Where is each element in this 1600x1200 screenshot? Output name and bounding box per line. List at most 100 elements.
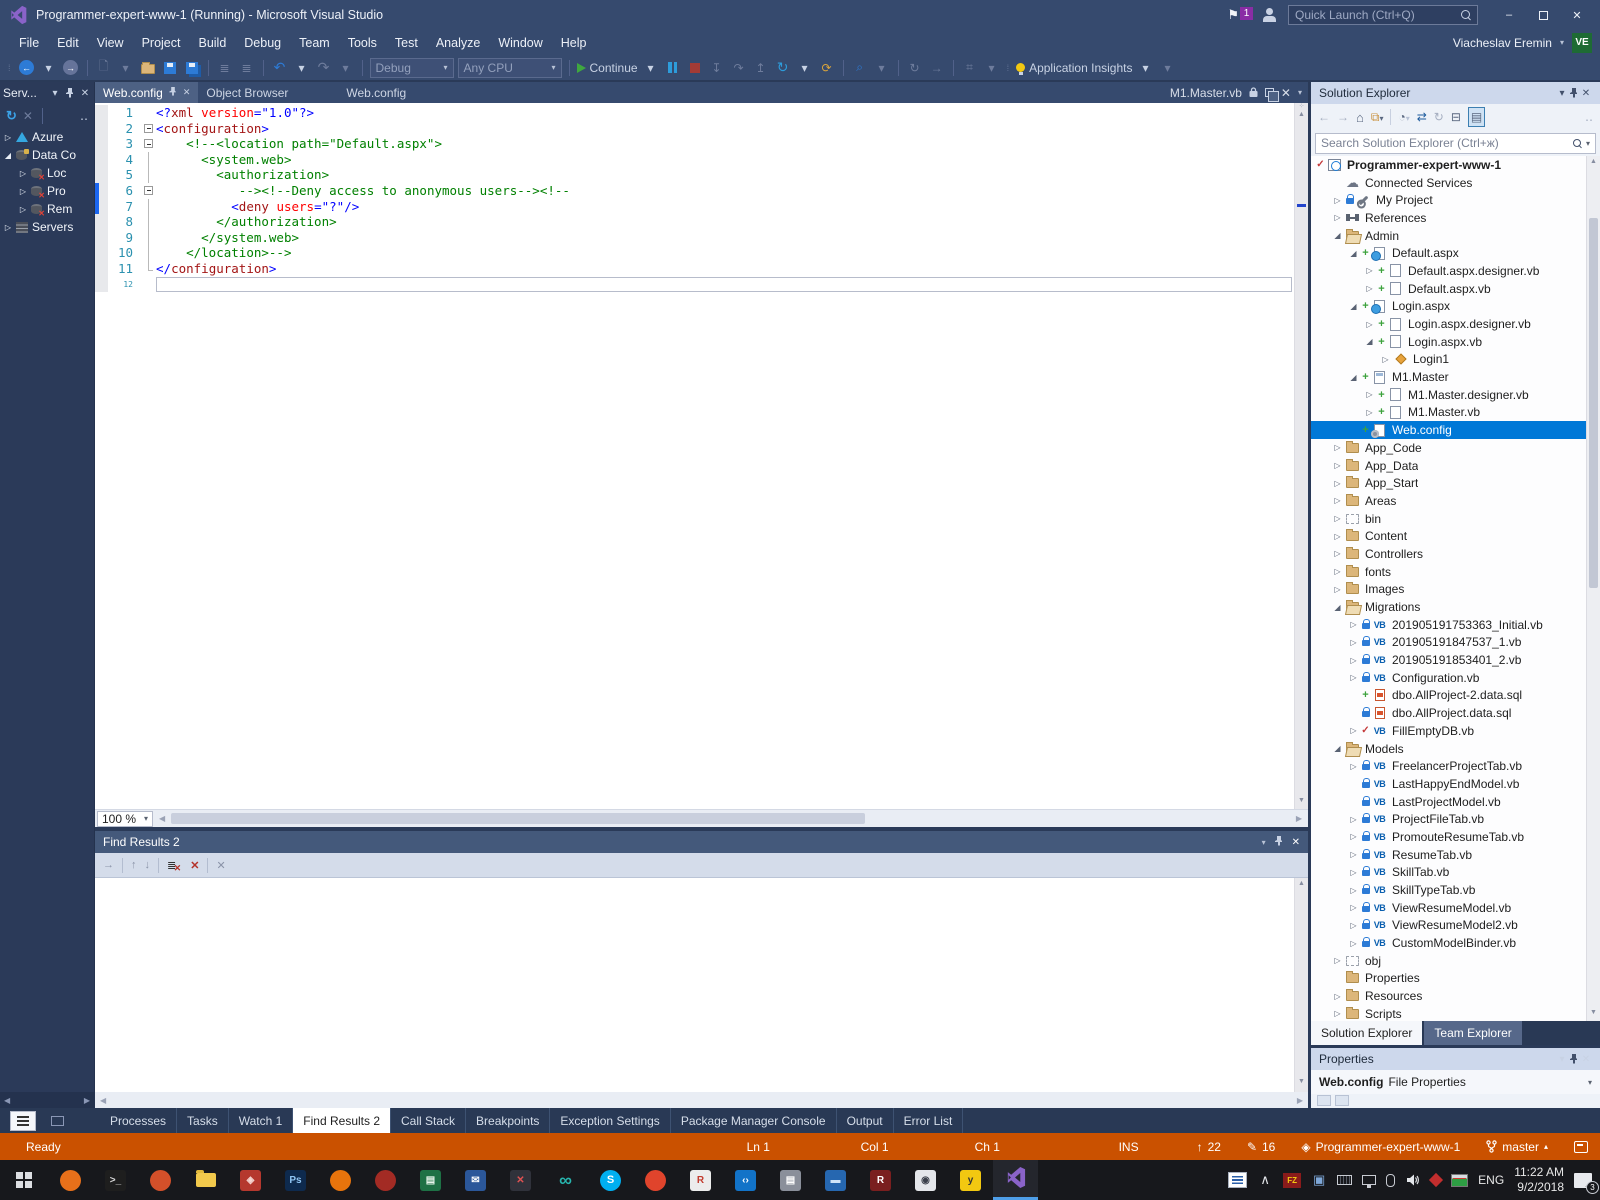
tab-team-explorer[interactable]: Team Explorer — [1424, 1021, 1522, 1045]
scroll-left-icon[interactable]: ◀ — [153, 814, 171, 823]
taskbar-app-mail-blue[interactable]: ✉ — [453, 1160, 498, 1200]
tree-item[interactable]: ▷ App_Start — [1311, 474, 1600, 492]
tree-item[interactable]: ▷ Scripts — [1311, 1005, 1600, 1021]
navigate-forward-button[interactable]: → — [62, 58, 80, 78]
refresh-disabled-button[interactable]: ↻ — [906, 58, 924, 78]
start-button[interactable] — [0, 1160, 48, 1200]
tree-item[interactable]: ▷ + M1.Master.designer.vb — [1311, 386, 1600, 404]
expand-icon[interactable]: ▷ — [1331, 549, 1344, 558]
expand-icon[interactable]: ▷ — [17, 205, 29, 214]
menu-edit[interactable]: Edit — [48, 36, 88, 50]
tree-item[interactable]: ▷ VB ProjectFileTab.vb — [1311, 810, 1600, 828]
fold-collapse-icon[interactable] — [144, 123, 153, 133]
tree-item[interactable]: ▷ + Login.aspx.designer.vb — [1311, 315, 1600, 333]
expand-icon[interactable]: ▷ — [1331, 213, 1344, 222]
next-result-button[interactable]: ↓ — [145, 859, 151, 871]
tree-item[interactable]: ▷ VB SkillTypeTab.vb — [1311, 881, 1600, 899]
repository-indicator[interactable]: ◈ Programmer-expert-www-1 — [1301, 1140, 1460, 1154]
new-file-button[interactable]: 🗋 — [95, 58, 113, 78]
expand-icon[interactable]: ▷ — [1331, 496, 1344, 505]
taskbar-app-opera-orange[interactable] — [318, 1160, 363, 1200]
tree-item[interactable]: ▷ References — [1311, 209, 1600, 227]
solution-explorer-vscrollbar[interactable]: ▲ ▼ — [1586, 156, 1600, 1021]
menu-test[interactable]: Test — [386, 36, 427, 50]
close-icon[interactable]: ✕ — [183, 87, 191, 98]
find-results-hscrollbar[interactable]: ◀ ▶ — [95, 1092, 1308, 1108]
refresh-button[interactable]: ↻ — [1434, 110, 1444, 124]
expand-icon[interactable]: ▷ — [1363, 390, 1376, 399]
notification-center-icon[interactable]: 3 — [1574, 1172, 1599, 1194]
collapse-all-button[interactable]: ⊟ — [1451, 110, 1461, 124]
taskbar-app-remote-desktop[interactable]: ▬ — [813, 1160, 858, 1200]
tree-item[interactable]: VB LastProjectModel.vb — [1311, 793, 1600, 811]
taskbar-app-firefox[interactable] — [48, 1160, 93, 1200]
collapse-icon[interactable]: ◢ — [1331, 744, 1344, 753]
incoming-commits-indicator[interactable]: ↑ 22 — [1197, 1140, 1221, 1154]
tree-item[interactable]: ▷ VB CustomModelBinder.vb — [1311, 934, 1600, 952]
fold-margin[interactable] — [142, 151, 156, 168]
redo-button[interactable]: ↷ — [315, 58, 333, 78]
server-tree-item-servers[interactable]: ▷ Servers — [0, 218, 94, 236]
menu-file[interactable]: File — [10, 36, 48, 50]
expand-icon[interactable]: ▷ — [1347, 638, 1360, 647]
expand-icon[interactable]: ▷ — [1331, 567, 1344, 576]
fold-margin[interactable] — [142, 214, 156, 230]
tree-item[interactable]: ▷ VB 201905191847537_1.vb — [1311, 634, 1600, 652]
taskbar-app-visual-studio[interactable] — [993, 1160, 1038, 1200]
tree-item[interactable]: ◢ + Default.aspx — [1311, 244, 1600, 262]
panel-tab-package-manager-console[interactable]: Package Manager Console — [671, 1108, 837, 1133]
categorized-view-button[interactable] — [1317, 1095, 1331, 1106]
taskbar-app-app-r-light[interactable]: R — [678, 1160, 723, 1200]
find-results-vscrollbar[interactable]: ▲ ▼ — [1294, 878, 1308, 1092]
menu-team[interactable]: Team — [290, 36, 339, 50]
fold-margin[interactable] — [142, 105, 156, 121]
redo-caret-icon[interactable]: ▾ — [337, 58, 355, 78]
tree-item[interactable]: ▷ + Default.aspx.vb — [1311, 280, 1600, 298]
expand-icon[interactable]: ▷ — [2, 133, 14, 142]
panel-tab-output[interactable]: Output — [837, 1108, 894, 1133]
pin-icon[interactable] — [1568, 88, 1580, 98]
forward-button[interactable]: → — [1337, 110, 1349, 124]
search-options-caret-icon[interactable]: ▾ — [1586, 139, 1590, 148]
tree-item[interactable]: ▷ VB 201905191753363_Initial.vb — [1311, 616, 1600, 634]
resource-monitor-tray-icon[interactable] — [1451, 1173, 1469, 1187]
preview-document-tab[interactable]: M1.Master.vb ✕ ▾ — [1170, 82, 1308, 103]
step-out-button[interactable]: ↥ — [752, 58, 770, 78]
taskbar-app-app-yellow[interactable]: y — [948, 1160, 993, 1200]
undo-caret-icon[interactable]: ▾ — [293, 58, 311, 78]
breakpoint-margin[interactable] — [95, 167, 108, 183]
avatar[interactable]: VE — [1572, 32, 1592, 53]
panel-menu-caret-icon[interactable]: ▾ — [1556, 88, 1568, 99]
properties-object-select[interactable]: Web.config File Properties ▾ — [1311, 1070, 1600, 1094]
expand-icon[interactable]: ▷ — [1331, 956, 1344, 965]
pin-icon[interactable] — [64, 88, 76, 98]
tree-item[interactable]: ▷ My Project — [1311, 191, 1600, 209]
server-tree-item-data-co[interactable]: ◢ Data Co — [0, 146, 94, 164]
tree-item[interactable]: ◢ Models — [1311, 740, 1600, 758]
delete-results-button[interactable]: ✕ — [190, 859, 199, 872]
taskbar-app-opera[interactable] — [633, 1160, 678, 1200]
storage-tray-icon[interactable]: ▣ — [1311, 1172, 1327, 1188]
tray-panel-icon[interactable] — [1228, 1172, 1248, 1188]
pending-changes-filter-button[interactable]: ◔▾ — [1398, 110, 1409, 124]
stop-button[interactable] — [686, 58, 704, 78]
tree-item[interactable]: ▷ VB ResumeTab.vb — [1311, 846, 1600, 864]
notifications-flag-icon[interactable]: ⚑ 1 — [1227, 7, 1253, 23]
tree-item[interactable]: ▷ + Default.aspx.designer.vb — [1311, 262, 1600, 280]
taskbar-app-app-eye[interactable]: ◉ — [903, 1160, 948, 1200]
taskbar-app-skype[interactable]: S — [588, 1160, 633, 1200]
breakpoint-margin[interactable] — [95, 276, 108, 293]
tree-item[interactable]: ▷ App_Data — [1311, 457, 1600, 475]
document-tab[interactable]: Object Browser — [198, 82, 296, 103]
undo-button[interactable]: ↶ — [271, 58, 289, 78]
tree-item[interactable]: ▷ Areas — [1311, 492, 1600, 510]
server-tree-item-azure[interactable]: ▷ Azure — [0, 128, 94, 146]
splitter-grip[interactable]: ⁘ — [1299, 103, 1305, 111]
fold-margin[interactable] — [142, 198, 156, 215]
show-all-files-button[interactable]: ▤ — [1467, 107, 1486, 127]
fold-margin[interactable] — [142, 121, 156, 137]
tree-item[interactable]: ◢ + Login.aspx.vb — [1311, 333, 1600, 351]
scroll-right-icon[interactable]: ▶ — [1290, 814, 1308, 823]
expand-icon[interactable]: ▷ — [1331, 992, 1344, 1001]
panel-tab-breakpoints[interactable]: Breakpoints — [466, 1108, 551, 1133]
